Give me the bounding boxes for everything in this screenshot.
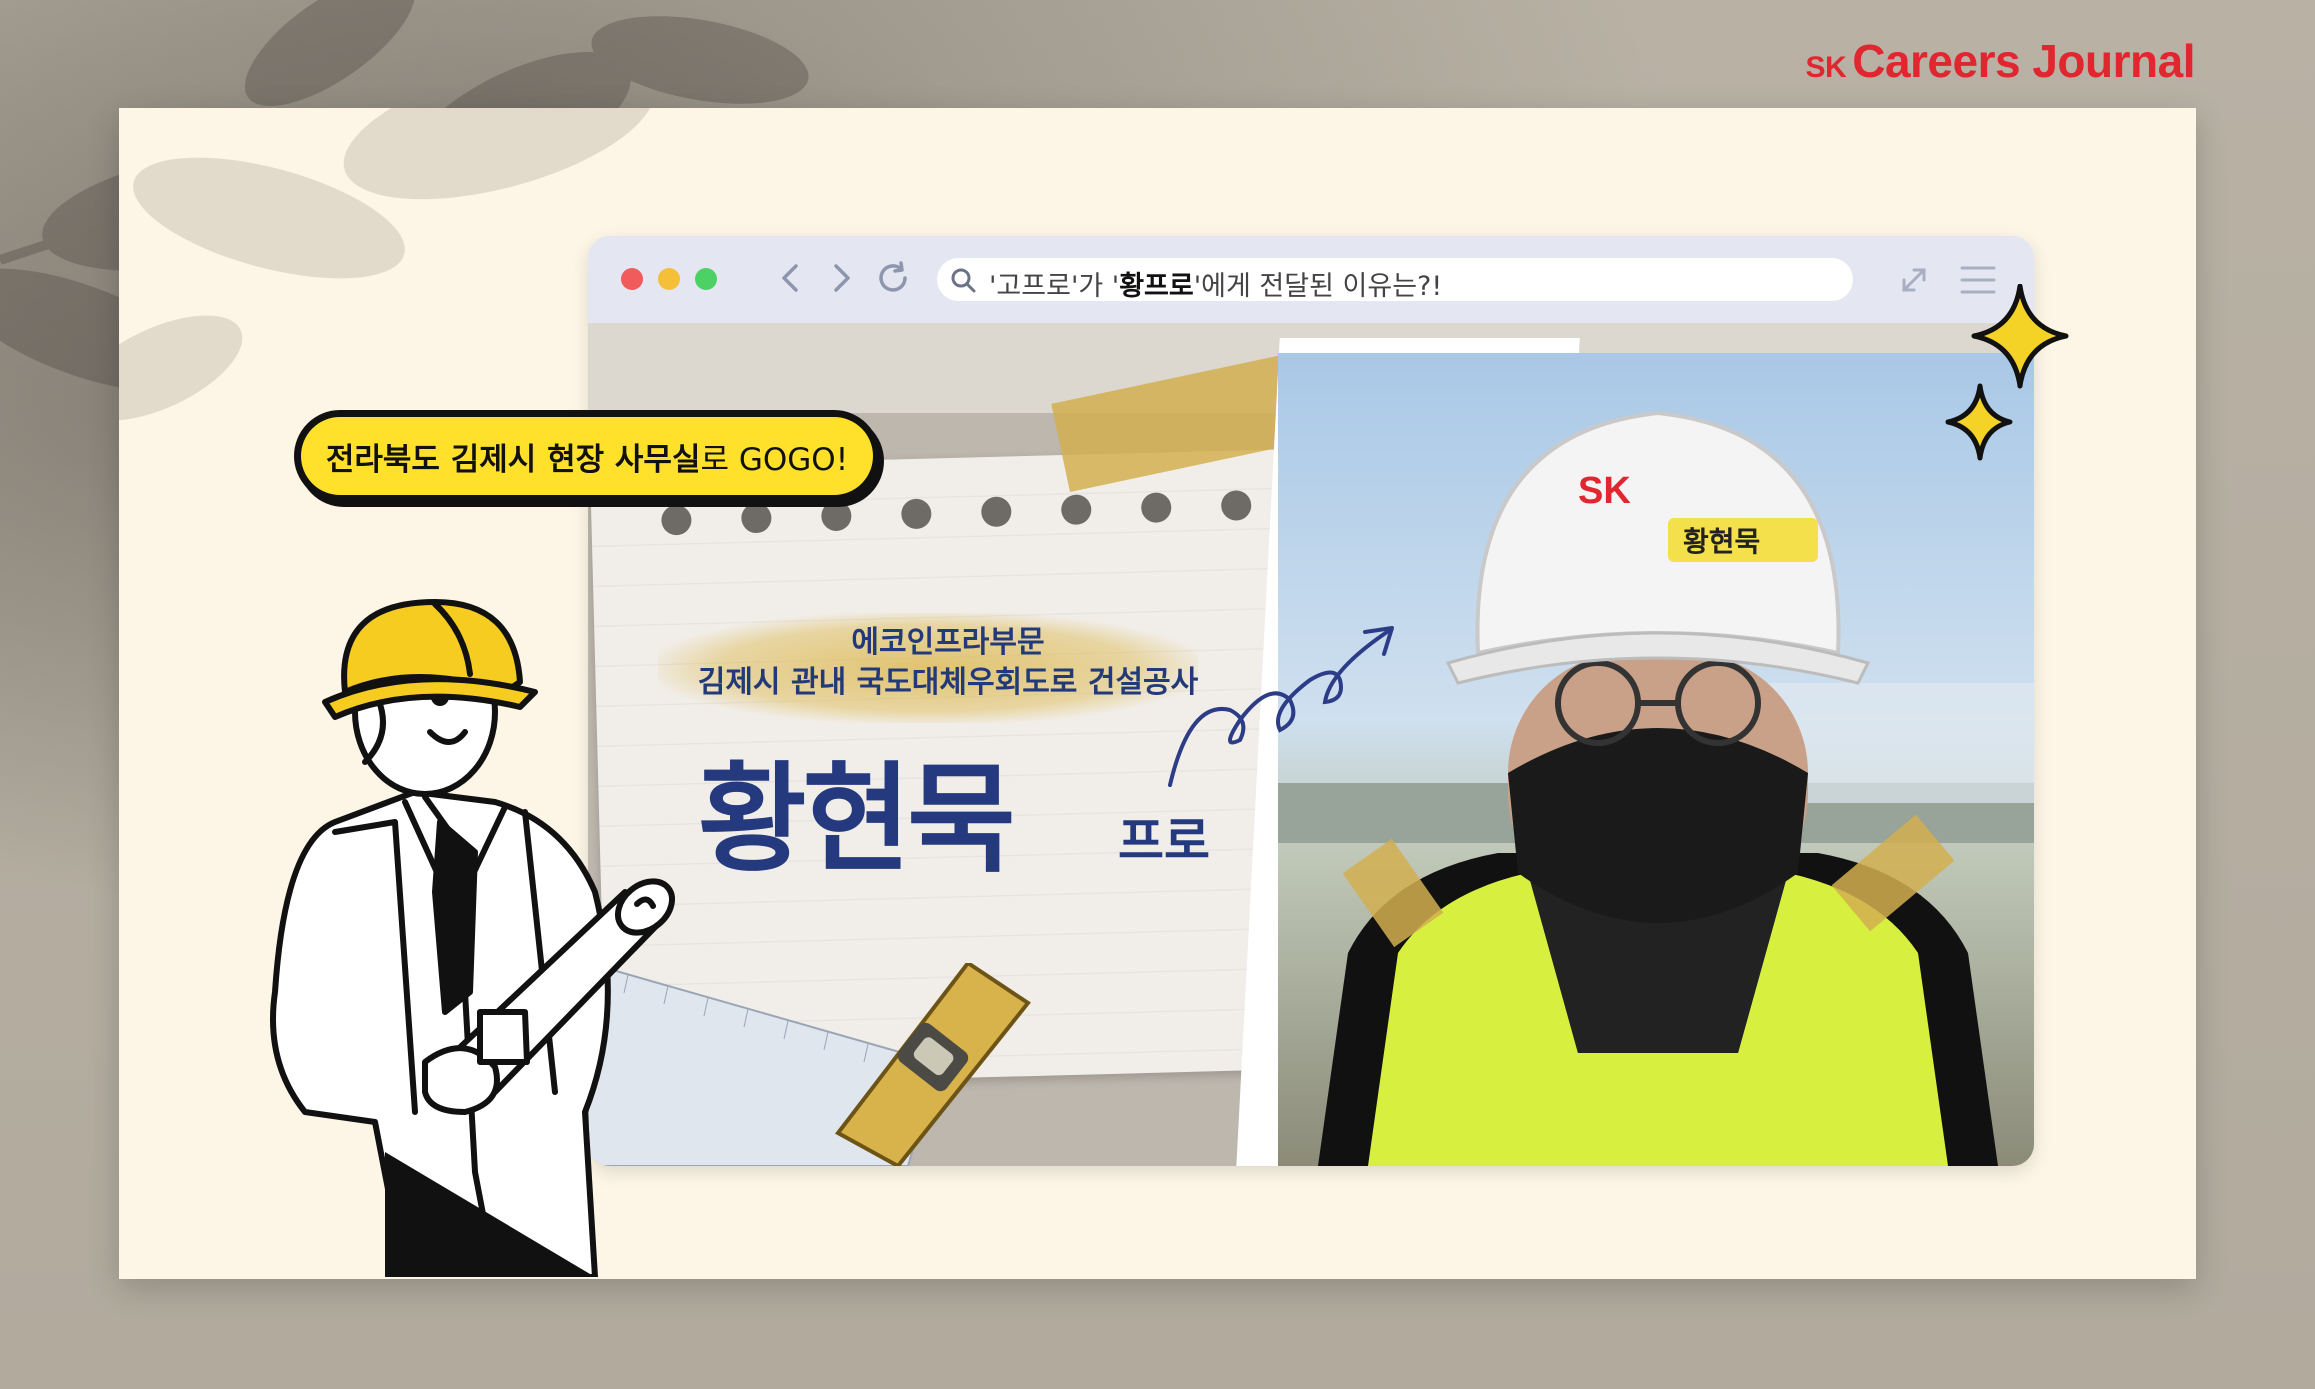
brand-name: Careers Journal	[1852, 35, 2195, 87]
back-icon[interactable]	[774, 260, 808, 296]
page: SK Careers Journal '고프로'가 '황프로'에게 전달된 이유…	[0, 0, 2315, 1389]
speech-suffix: 로 GOGO!	[700, 441, 849, 478]
spirit-level-tool	[834, 963, 1031, 1166]
expand-icon[interactable]	[1894, 260, 1934, 300]
helmet-logo: SK	[1578, 470, 1631, 512]
close-window-button[interactable]	[621, 268, 643, 290]
brand-prefix: SK	[1805, 51, 1847, 84]
person-title: 프로	[1118, 812, 1210, 870]
speech-location: 전라북도 김제시 현장 사무실	[325, 441, 701, 478]
brand-logo: SK Careers Journal	[1805, 34, 2196, 88]
address-text: '고프로'가 '황프로'에게 전달된 이유는?!	[989, 271, 1443, 302]
search-icon	[951, 268, 976, 293]
address-bar[interactable]: '고프로'가 '황프로'에게 전달된 이유는?!	[937, 258, 1853, 302]
maximize-window-button[interactable]	[695, 268, 717, 290]
speech-bubble: 전라북도 김제시 현장 사무실로 GOGO!	[294, 410, 880, 502]
minimize-window-button[interactable]	[658, 268, 680, 290]
worker-illustration	[270, 599, 675, 1277]
sparkle-icon	[1945, 284, 2069, 461]
browser-toolbar: '고프로'가 '황프로'에게 전달된 이유는?!	[588, 236, 2034, 323]
arrow-doodle	[1168, 626, 1394, 787]
helmet-name-tag: 황현묵	[1683, 525, 1760, 558]
forward-icon[interactable]	[824, 260, 858, 296]
person-name: 황현묵	[698, 750, 1016, 888]
reload-icon[interactable]	[874, 260, 914, 296]
